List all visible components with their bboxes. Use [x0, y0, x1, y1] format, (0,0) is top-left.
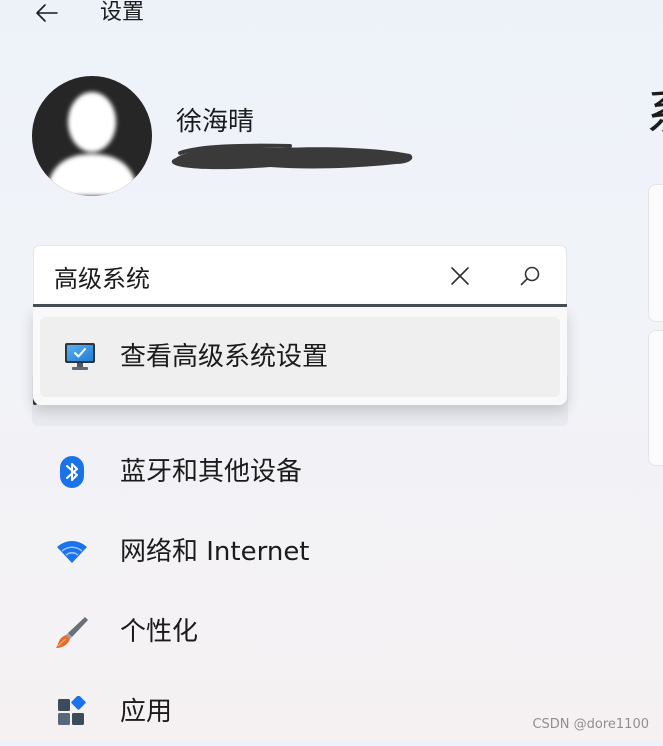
- close-icon: [451, 267, 469, 285]
- suggestion-label: 查看高级系统设置: [120, 342, 329, 372]
- avatar[interactable]: [32, 76, 152, 196]
- search-button[interactable]: [514, 260, 546, 292]
- bluetooth-icon: [54, 454, 90, 490]
- nav-item-bluetooth[interactable]: 蓝牙和其他设备: [32, 438, 568, 506]
- system-monitor-icon: [65, 343, 95, 370]
- user-silhouette-icon: [46, 92, 138, 196]
- search-suggestions: 查看高级系统设置: [33, 307, 567, 405]
- user-name: 徐海晴: [176, 107, 255, 137]
- nav-item-apps[interactable]: 应用: [32, 678, 568, 746]
- nav-label: 网络和 Internet: [120, 537, 310, 567]
- nav-label: 应用: [120, 697, 173, 727]
- arrow-left-icon: [36, 4, 58, 22]
- app-title: 设置: [100, 0, 145, 25]
- settings-card[interactable]: [648, 330, 663, 466]
- search-icon: [520, 266, 540, 286]
- wifi-icon: [54, 534, 90, 570]
- clear-search-button[interactable]: [444, 260, 476, 292]
- nav-item-network[interactable]: 网络和 Internet: [32, 518, 568, 586]
- settings-card[interactable]: [648, 184, 663, 322]
- nav-item-personalization[interactable]: 个性化: [32, 598, 568, 666]
- apps-icon: [54, 694, 90, 730]
- search-box[interactable]: [33, 245, 567, 307]
- watermark: CSDN @dore1100: [532, 717, 649, 732]
- nav-label: 蓝牙和其他设备: [120, 457, 303, 487]
- nav-label: 个性化: [120, 617, 199, 647]
- back-button[interactable]: [30, 0, 64, 30]
- suggestion-item[interactable]: 查看高级系统设置: [40, 317, 560, 397]
- redacted-email-mark: [171, 143, 413, 170]
- paintbrush-icon: [54, 614, 90, 650]
- search-input[interactable]: [54, 256, 414, 296]
- page-heading: 系: [646, 78, 663, 148]
